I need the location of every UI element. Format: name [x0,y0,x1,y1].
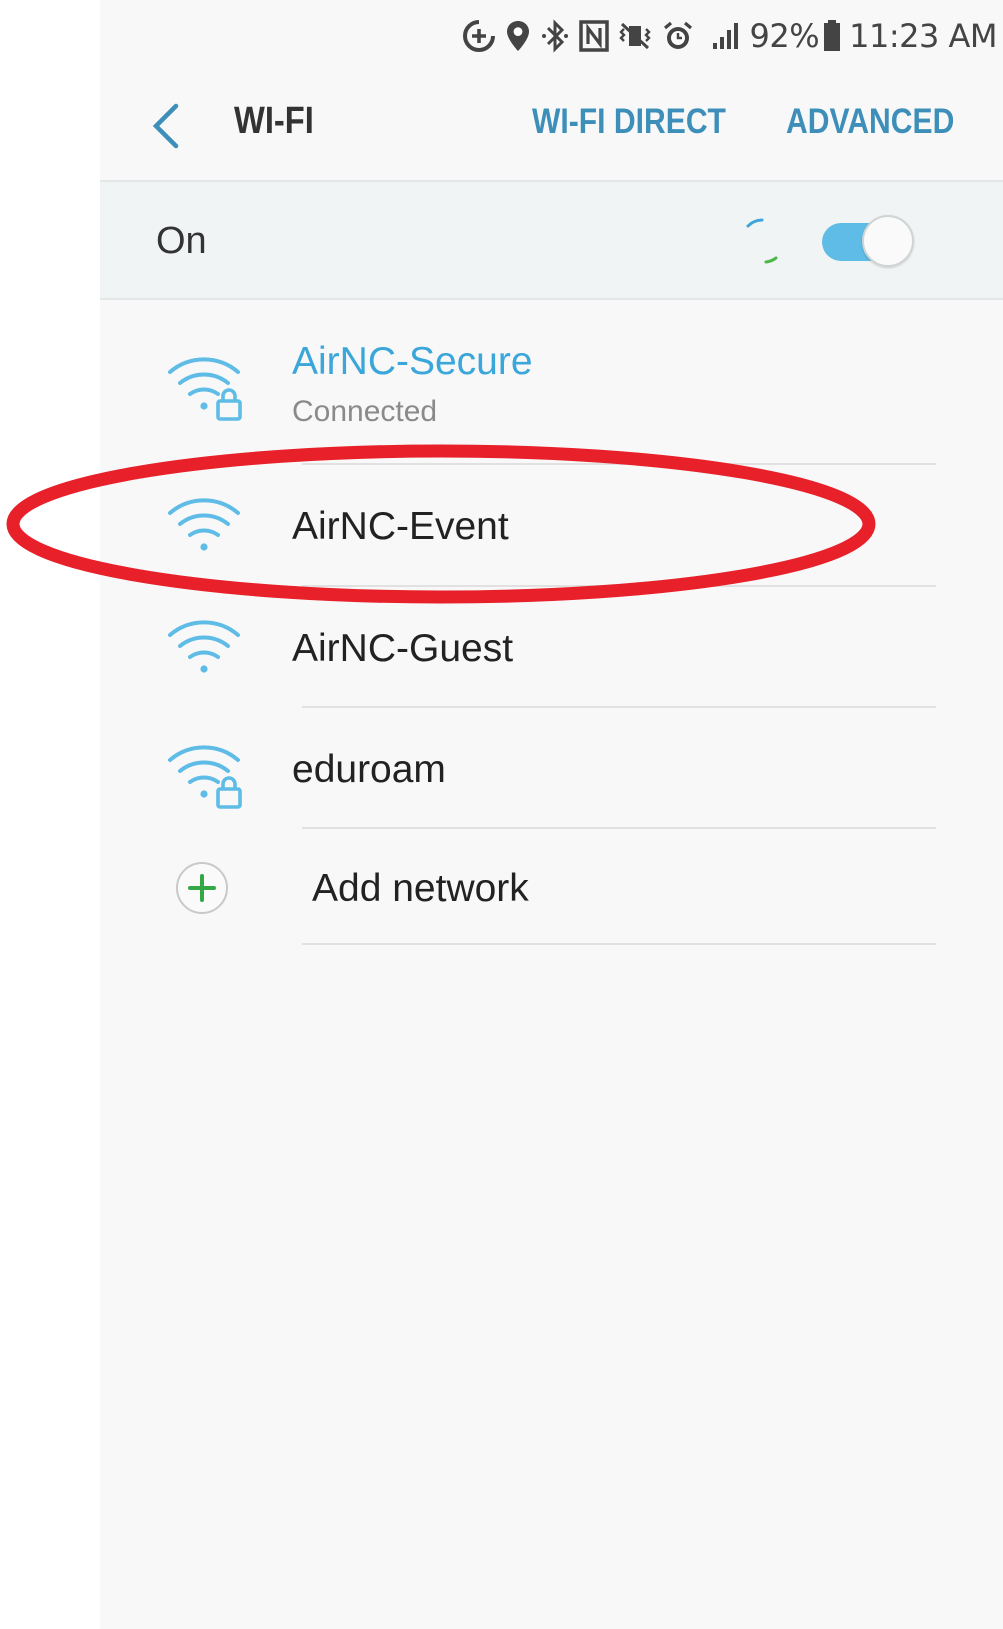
app-header: WI-FI WI-FI DIRECT ADVANCED [100,72,1003,180]
wifi-switch-label: On [156,220,207,262]
advanced-button[interactable]: ADVANCED [786,102,954,142]
network-name: AirNC-Secure [292,340,533,383]
network-name: AirNC-Guest [292,627,514,670]
wifi-secured-icon [168,357,242,421]
nfc-icon [579,20,610,52]
network-status: Connected [292,395,438,428]
wifi-open-icon [168,498,240,551]
toggle-knob [862,215,914,267]
network-row-eduroam[interactable]: eduroam [100,708,1003,828]
network-row-airnc-event[interactable]: AirNC-Event [100,465,1003,585]
data-saver-icon [462,19,496,53]
wifi-open-icon [168,620,240,673]
bluetooth-icon [540,19,570,53]
battery-percent: 92% [749,17,820,55]
wifi-secured-icon [168,745,242,809]
wifi-direct-button[interactable]: WI-FI DIRECT [532,102,726,142]
scanning-spinner-icon [746,218,778,264]
divider [302,827,936,829]
back-button[interactable] [144,98,188,154]
add-icon [176,862,228,914]
wifi-master-switch-row[interactable]: On [100,180,1003,300]
alarm-icon [661,19,695,53]
chevron-left-icon [152,103,179,149]
page-title: WI-FI [234,100,314,142]
status-bar: 92% 11:23 AM [100,0,1003,72]
add-network-label: Add network [312,867,529,910]
battery-icon [823,20,841,52]
add-network-row[interactable]: Add network [100,830,1003,944]
network-row-airnc-secure[interactable]: AirNC-Secure Connected [100,302,1003,464]
signal-icon [711,21,741,51]
clock: 11:23 AM [849,17,997,55]
network-name: AirNC-Event [292,505,509,548]
plus-icon [188,874,216,902]
vibrate-icon [618,20,652,52]
network-name: eduroam [292,748,446,791]
wifi-toggle-switch[interactable] [822,215,916,269]
network-row-airnc-guest[interactable]: AirNC-Guest [100,587,1003,706]
wifi-settings-screen: 92% 11:23 AM WI-FI WI-FI DIRECT ADVANCED… [100,0,1003,1629]
location-icon [505,19,531,53]
divider [302,943,936,945]
